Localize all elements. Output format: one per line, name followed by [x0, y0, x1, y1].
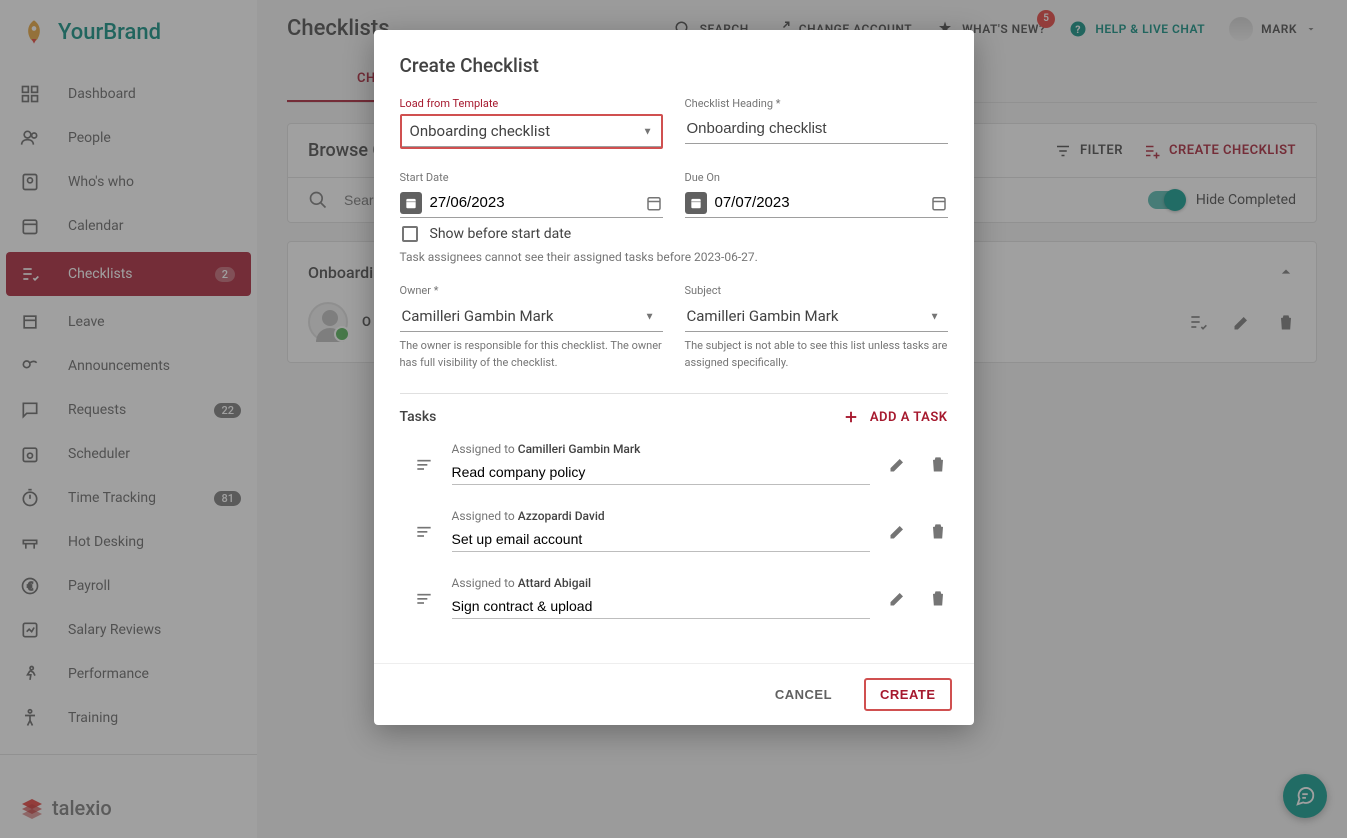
- drag-handle-icon[interactable]: [414, 521, 434, 541]
- trash-icon[interactable]: [928, 521, 948, 541]
- due-date-input[interactable]: [685, 188, 948, 218]
- subject-select[interactable]: Camilleri Gambin Mark ▼: [685, 301, 948, 332]
- show-before-checkbox[interactable]: [402, 226, 418, 242]
- start-date-input[interactable]: [400, 188, 663, 218]
- task-row: Assigned to Azzopardi David: [414, 509, 948, 552]
- add-task-button[interactable]: ADD A TASK: [842, 408, 948, 426]
- cancel-button[interactable]: CANCEL: [759, 678, 848, 711]
- calendar-icon: [685, 192, 707, 214]
- task-row: Assigned to Camilleri Gambin Mark: [414, 442, 948, 485]
- create-checklist-modal: Create Checklist Load from Template Onbo…: [374, 30, 974, 725]
- calendar-outline-icon: [930, 194, 948, 212]
- task-assigned-label: Assigned to Attard Abigail: [452, 576, 870, 590]
- template-select[interactable]: Onboarding checklist ▼: [400, 114, 663, 149]
- owner-helper: The owner is responsible for this checkl…: [400, 338, 663, 371]
- task-title-input[interactable]: [452, 594, 870, 619]
- show-before-helper: Task assignees cannot see their assigned…: [400, 250, 948, 264]
- modal-overlay: Create Checklist Load from Template Onbo…: [0, 0, 1347, 838]
- subject-helper: The subject is not able to see this list…: [685, 338, 948, 371]
- task-row: Assigned to Attard Abigail: [414, 576, 948, 619]
- pencil-icon[interactable]: [888, 521, 908, 541]
- owner-select[interactable]: Camilleri Gambin Mark ▼: [400, 301, 663, 332]
- trash-icon[interactable]: [928, 588, 948, 608]
- trash-icon[interactable]: [928, 454, 948, 474]
- heading-label: Checklist Heading *: [685, 97, 948, 110]
- drag-handle-icon[interactable]: [414, 454, 434, 474]
- heading-input[interactable]: [685, 114, 948, 144]
- calendar-outline-icon: [645, 194, 663, 212]
- subject-field-label: Subject: [685, 284, 948, 297]
- show-before-label: Show before start date: [430, 226, 572, 242]
- drag-handle-icon[interactable]: [414, 588, 434, 608]
- task-title-input[interactable]: [452, 460, 870, 485]
- template-label: Load from Template: [400, 97, 663, 110]
- task-title-input[interactable]: [452, 527, 870, 552]
- calendar-icon: [400, 192, 422, 214]
- owner-field-label: Owner *: [400, 284, 663, 297]
- pencil-icon[interactable]: [888, 588, 908, 608]
- caret-down-icon: ▼: [645, 311, 655, 322]
- modal-title: Create Checklist: [374, 30, 974, 93]
- start-date-label: Start Date: [400, 171, 663, 184]
- plus-icon: [842, 408, 860, 426]
- caret-down-icon: ▼: [643, 126, 653, 137]
- due-date-label: Due On: [685, 171, 948, 184]
- tasks-heading: Tasks: [400, 409, 437, 425]
- create-button[interactable]: CREATE: [864, 678, 951, 711]
- caret-down-icon: ▼: [930, 311, 940, 322]
- task-assigned-label: Assigned to Azzopardi David: [452, 509, 870, 523]
- task-assigned-label: Assigned to Camilleri Gambin Mark: [452, 442, 870, 456]
- pencil-icon[interactable]: [888, 454, 908, 474]
